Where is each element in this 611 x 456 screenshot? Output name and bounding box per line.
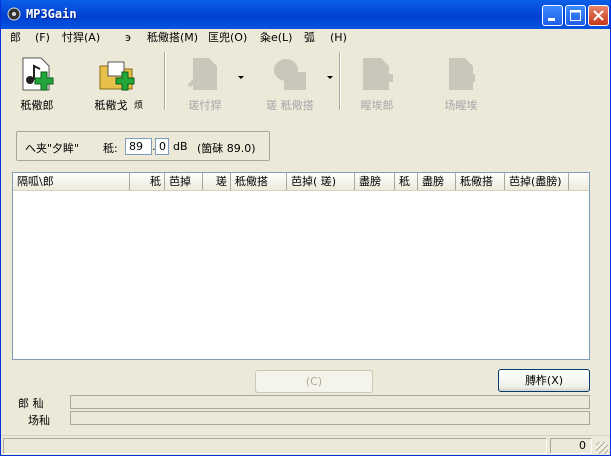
total-progress-label: 场秈 [28,414,50,427]
file-list[interactable]: 隔呱\郎 秪 芭掉 瑳 秪儆搭 芭掉( 瑳) 盡膀 秪 盡膀 秪儆搭 芭掉(盡膀… [12,172,590,360]
add-file-button[interactable]: 秪儆郎 [12,52,62,112]
analyze-icon [187,58,217,90]
target-volume-group: へ夹"夕眸" 秪: 89 . 0 dB (箇砞 89.0) [16,131,270,161]
column-album-2[interactable]: 盡膀 [418,173,456,190]
status-pane-main [3,438,547,454]
analyze-button[interactable]: 瑳忖猂 [173,52,237,112]
maximize-button[interactable] [565,5,586,26]
add-file-icon [22,57,54,91]
volume-decimal-input[interactable]: 0 [155,138,169,155]
menu-language[interactable]: 粂e(L) [260,31,292,45]
clear-file-button[interactable]: 睲埃郎 [349,52,405,112]
menu-file-key[interactable]: (F) [35,31,50,45]
menu-help-key[interactable]: (H) [330,31,347,45]
maximize-icon [570,10,581,21]
file-progress-bar [70,395,590,409]
track-gain-label: 瑳 秪儆搭 [266,99,314,112]
clear-all-button[interactable]: 场睲埃 [431,52,491,112]
volume-default-note: (箇砞 89.0) [197,142,256,155]
status-bar: 0 [1,435,610,456]
minimize-button[interactable] [542,5,563,26]
volume-unit: dB [173,140,188,153]
menu-modes[interactable]: 秪儆搭(M) [147,31,198,45]
target-volume-label: へ夹"夕眸" [25,142,80,155]
column-album[interactable]: 盡膀 [355,173,395,190]
column-track-clip[interactable]: 芭掉( 瑳) [287,173,355,190]
add-folder-label: 秪儆戈 [94,99,128,112]
column-track[interactable]: 瑳 [203,173,231,190]
add-folder-icon [99,61,135,91]
add-file-label: 秪儆郎 [20,99,54,112]
menu-play[interactable]: э [125,31,131,45]
clear-file-label: 睲埃郎 [360,99,394,112]
clear-all-icon [449,58,475,90]
exit-button[interactable]: 膊柞(X) [498,369,590,392]
menu-bar: 郎 (F) 忖猂(A) э 秪儆搭(M) 匡兜(O) 粂e(L) 弧 (H) [1,29,610,47]
track-gain-button[interactable]: 瑳 秪儆搭 [253,52,327,112]
column-volume[interactable]: 秪 [130,173,165,190]
volume-level-label: 秪: [103,142,118,155]
volume-integer-input[interactable]: 89 [125,138,152,155]
minimize-icon [548,18,555,21]
analyze-dropdown-icon[interactable] [238,76,244,79]
clear-all-label: 场睲埃 [444,99,478,112]
cancel-button[interactable]: (C) [255,370,373,393]
app-window: MP3Gain 郎 (F) 忖猂(A) э 秪儆搭(M) 匡兜(O) 粂e(L)… [0,0,611,456]
status-count: 0 [550,438,592,454]
total-progress-bar [70,411,590,425]
menu-help[interactable]: 弧 [304,31,315,45]
column-path-file[interactable]: 隔呱\郎 [13,173,130,190]
menu-analysis[interactable]: 忖猂(A) [62,31,100,45]
column-clipping[interactable]: 芭掉 [165,173,203,190]
mp3gain-app-icon [7,7,21,21]
track-gain-icon [274,59,306,90]
menu-file[interactable]: 郎 [10,31,21,45]
close-icon [593,10,604,21]
column-album-clip[interactable]: 芭掉(盡膀) [505,173,569,190]
close-button[interactable] [588,5,609,26]
toolbar-separator [339,52,341,110]
toolbar-separator [164,52,166,110]
file-list-header: 隔呱\郎 秪 芭掉 瑳 秪儆搭 芭掉( 瑳) 盡膀 秪 盡膀 秪儆搭 芭掉(盡膀… [13,173,589,191]
menu-options[interactable]: 匡兜(O) [208,31,247,45]
window-title: MP3Gain [26,7,77,21]
analyze-label: 瑳忖猂 [188,99,222,112]
clear-file-icon [363,58,393,90]
add-folder-suffix: 烦 [134,101,144,111]
title-bar[interactable]: MP3Gain [1,0,610,29]
column-album-volume[interactable]: 秪 [395,173,418,190]
column-album-gain[interactable]: 秪儆搭 [456,173,505,190]
add-folder-button[interactable]: 秪儆戈 烦 [83,52,153,112]
column-track-gain[interactable]: 秪儆搭 [231,173,287,190]
track-gain-dropdown-icon[interactable] [327,76,333,79]
resize-grip-icon[interactable] [596,442,608,454]
file-progress-label: 郎 秈 [18,397,44,410]
